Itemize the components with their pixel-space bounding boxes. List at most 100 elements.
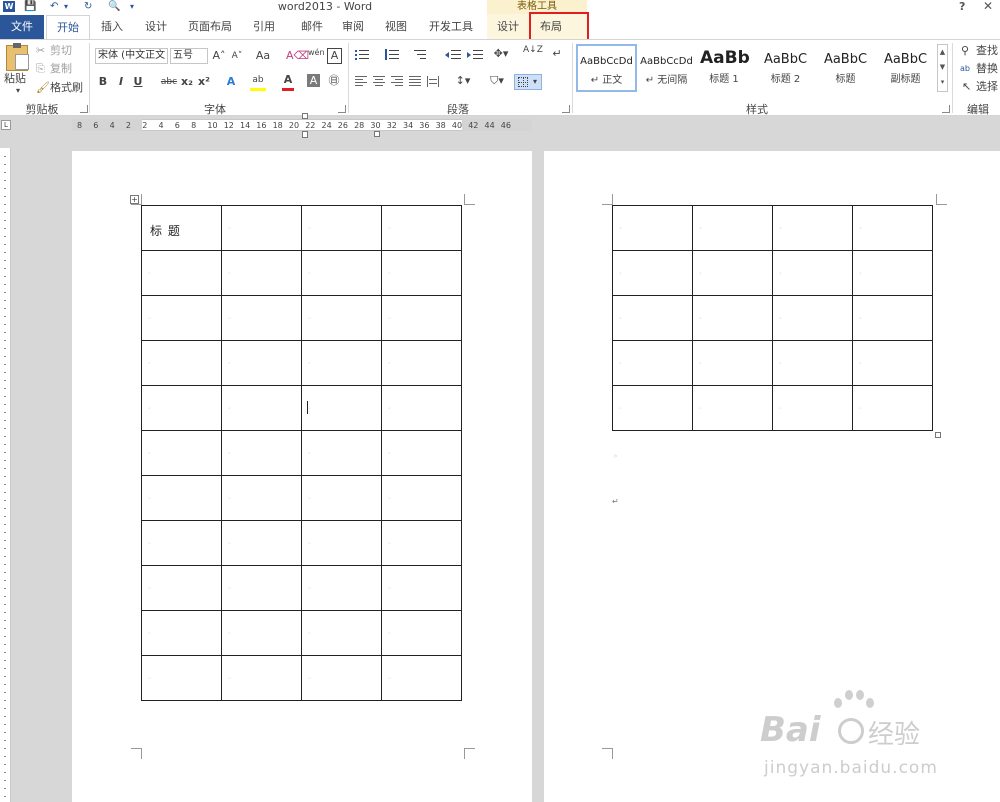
table-cell[interactable]: ◦ — [301, 205, 382, 251]
select-button[interactable]: 选择 — [976, 80, 998, 94]
table-cell[interactable]: ◦ — [221, 475, 302, 521]
table-cell[interactable]: ◦ — [301, 340, 382, 386]
style-no-spacing[interactable]: AaBbCcDd ↵ 无间隔 — [636, 44, 697, 92]
subscript-button[interactable]: x₂ — [180, 74, 194, 90]
table-cell[interactable]: ◦ — [141, 340, 222, 386]
align-center-icon[interactable] — [373, 76, 385, 87]
cell-title-text[interactable]: 标 题 — [150, 222, 181, 239]
character-border-icon[interactable]: A — [327, 48, 342, 64]
table-cell[interactable]: ◦ — [612, 250, 693, 296]
select-icon[interactable]: ↖ — [962, 80, 971, 94]
first-line-indent-marker[interactable] — [302, 113, 308, 119]
table-cell[interactable]: ◦ — [141, 250, 222, 296]
tab-page-layout[interactable]: 页面布局 — [186, 15, 234, 39]
distribute-icon[interactable] — [427, 76, 439, 87]
font-color-icon[interactable]: A — [282, 72, 294, 91]
align-left-icon[interactable] — [355, 76, 367, 87]
character-shading-icon[interactable]: A — [307, 74, 320, 87]
increase-indent-icon[interactable] — [467, 49, 483, 60]
borders-button[interactable]: ▾ — [514, 74, 542, 90]
table-page-1[interactable]: ◦ ◦ ◦ ◦ ◦ ◦ ◦ ◦ ◦ ◦ ◦ ◦ ◦ ◦ ◦ ◦ ◦ ◦ ◦ ◦ ◦ ◦ ◦ ◦ ◦ ◦ ◦ ◦ ◦ ◦ ◦ ◦ ◦ ◦ ◦ ◦ ◦ ◦ ◦ ◦… — [141, 205, 462, 701]
table-cell[interactable]: ◦ — [141, 475, 222, 521]
style-normal[interactable]: AaBbCcDd ↵ 正文 — [576, 44, 637, 92]
italic-button[interactable]: I — [114, 74, 128, 90]
replace-button[interactable]: 替换 — [976, 62, 998, 76]
table-cell[interactable]: ◦ — [141, 565, 222, 611]
grow-font-icon[interactable]: A˄ — [212, 48, 226, 64]
table-cell[interactable]: ◦ — [772, 385, 853, 431]
hanging-indent-marker[interactable] — [302, 131, 308, 138]
table-cell[interactable]: ◦ — [301, 385, 382, 431]
bold-button[interactable]: B — [96, 74, 110, 90]
clear-formatting-icon[interactable]: A⌫ — [286, 48, 309, 64]
multilevel-list-icon[interactable] — [414, 49, 428, 60]
format-painter-icon[interactable]: 🖌 — [36, 81, 50, 95]
table-cell[interactable]: ◦ — [141, 655, 222, 701]
table-cell[interactable]: ◦ — [692, 295, 773, 341]
enclose-characters-icon[interactable]: ㊐ — [326, 73, 342, 89]
table-cell[interactable]: ◦ — [301, 565, 382, 611]
table-cell[interactable]: ◦ — [141, 430, 222, 476]
tab-references[interactable]: 引用 — [248, 15, 280, 39]
show-marks-icon[interactable]: ↵ — [550, 46, 564, 62]
table-cell[interactable]: ◦ — [381, 430, 462, 476]
table-cell[interactable]: ◦ — [381, 520, 462, 566]
chinese-layout-icon[interactable]: ✥▾ — [490, 46, 512, 62]
find-icon[interactable]: ⚲ — [961, 44, 969, 58]
table-cell[interactable]: ◦ — [301, 520, 382, 566]
table-cell[interactable]: ◦ — [692, 205, 773, 251]
find-button[interactable]: 查找 — [976, 44, 998, 58]
table-cell[interactable]: ◦ — [381, 295, 462, 341]
table-cell[interactable]: ◦ — [852, 205, 933, 251]
style-heading-1[interactable]: AaBb 标题 1 — [696, 44, 752, 92]
table-cell[interactable]: ◦ — [381, 565, 462, 611]
justify-icon[interactable] — [409, 76, 421, 87]
paste-label[interactable]: 粘贴 — [4, 72, 26, 86]
table-cell[interactable]: ◦ — [692, 385, 773, 431]
table-cell[interactable]: ◦ — [612, 205, 693, 251]
shrink-font-icon[interactable]: A˅ — [230, 48, 244, 64]
tab-mailings[interactable]: 邮件 — [296, 15, 328, 39]
table-cell[interactable]: ◦ — [141, 610, 222, 656]
table-cell[interactable]: ◦ — [381, 475, 462, 521]
styles-scroll[interactable]: ▲ ▼ ▾ — [937, 44, 948, 92]
clipboard-launcher-icon[interactable] — [80, 105, 88, 113]
table-cell[interactable]: ◦ — [141, 520, 222, 566]
vertical-ruler[interactable] — [0, 148, 11, 802]
table-cell[interactable]: ◦ — [301, 430, 382, 476]
table-cell[interactable]: ◦ — [852, 250, 933, 296]
table-cell[interactable]: ◦ — [692, 340, 773, 386]
decrease-indent-icon[interactable] — [445, 49, 461, 60]
table-cell[interactable]: ◦ — [141, 295, 222, 341]
table-cell[interactable]: ◦ — [221, 295, 302, 341]
tab-review[interactable]: 审阅 — [337, 15, 369, 39]
table-cell[interactable]: ◦ — [692, 250, 773, 296]
font-launcher-icon[interactable] — [338, 105, 346, 113]
table-cell[interactable]: ◦ — [301, 250, 382, 296]
table-cell[interactable]: ◦ — [852, 295, 933, 341]
table-cell[interactable]: ◦ — [852, 340, 933, 386]
style-heading-2[interactable]: AaBbC 标题 2 — [755, 44, 816, 92]
tab-file[interactable]: 文件 — [0, 15, 44, 39]
tab-insert[interactable]: 插入 — [96, 15, 128, 39]
table-cell[interactable]: ◦ — [301, 655, 382, 701]
tab-table-design[interactable]: 设计 — [492, 15, 524, 39]
tab-developer[interactable]: 开发工具 — [426, 15, 476, 39]
paste-dropdown-icon[interactable]: ▾ — [16, 84, 20, 98]
help-button[interactable]: ? — [959, 0, 965, 13]
style-title[interactable]: AaBbC 标题 — [815, 44, 876, 92]
table-cell[interactable]: ◦ — [612, 340, 693, 386]
copy-button[interactable]: 复制 — [50, 62, 72, 76]
underline-button[interactable]: U — [131, 74, 145, 90]
copy-icon[interactable]: ⎘ — [36, 62, 45, 76]
table-cell[interactable]: ◦ — [381, 250, 462, 296]
table-cell[interactable]: ◦ — [381, 610, 462, 656]
cut-button[interactable]: 剪切 — [50, 44, 72, 58]
table-cell[interactable]: ◦ — [141, 385, 222, 431]
styles-launcher-icon[interactable] — [942, 105, 950, 113]
superscript-button[interactable]: x² — [197, 74, 211, 90]
table-cell[interactable]: ◦ — [381, 205, 462, 251]
change-case-icon[interactable]: Aa — [252, 48, 274, 64]
table-page-2[interactable]: ◦ ◦ ◦ ◦ ◦ ◦ ◦ ◦ ◦ ◦ ◦ ◦ ◦ ◦ ◦ ◦ ◦ ◦ ◦ ◦ — [612, 205, 933, 431]
tab-home[interactable]: 开始 — [46, 15, 90, 40]
